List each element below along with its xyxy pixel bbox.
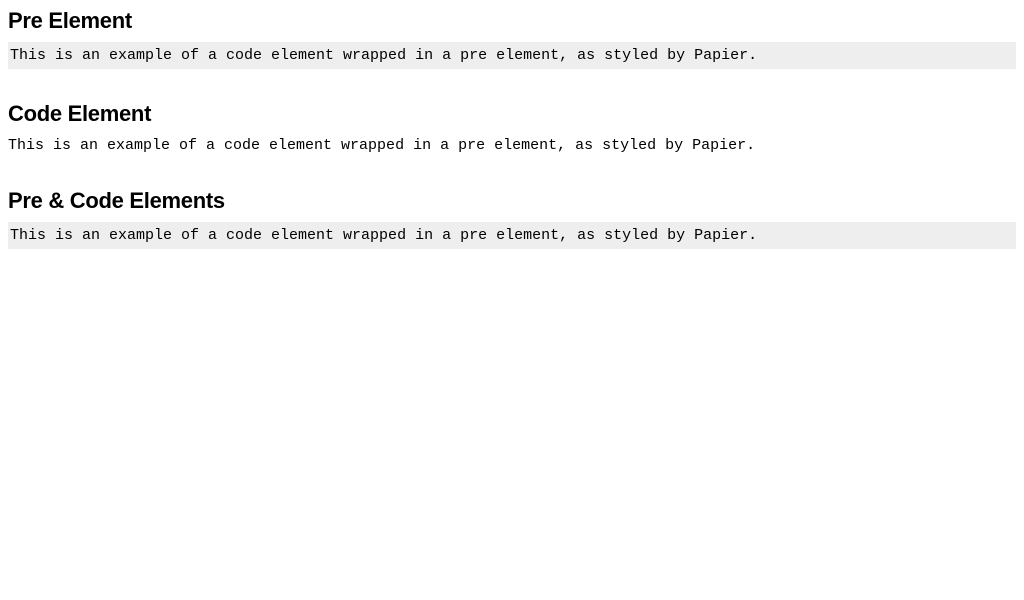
heading-pre-element: Pre Element xyxy=(8,8,1016,34)
pre-code-combined-block: This is an example of a code element wra… xyxy=(8,222,1016,249)
section-code-element: Code Element This is an example of a cod… xyxy=(8,101,1016,156)
heading-code-element: Code Element xyxy=(8,101,1016,127)
section-pre-code-elements: Pre & Code Elements This is an example o… xyxy=(8,188,1016,249)
code-inline-block: This is an example of a code element wra… xyxy=(8,135,1016,156)
heading-pre-code-elements: Pre & Code Elements xyxy=(8,188,1016,214)
section-pre-element: Pre Element This is an example of a code… xyxy=(8,8,1016,69)
pre-code-block: This is an example of a code element wra… xyxy=(8,42,1016,69)
